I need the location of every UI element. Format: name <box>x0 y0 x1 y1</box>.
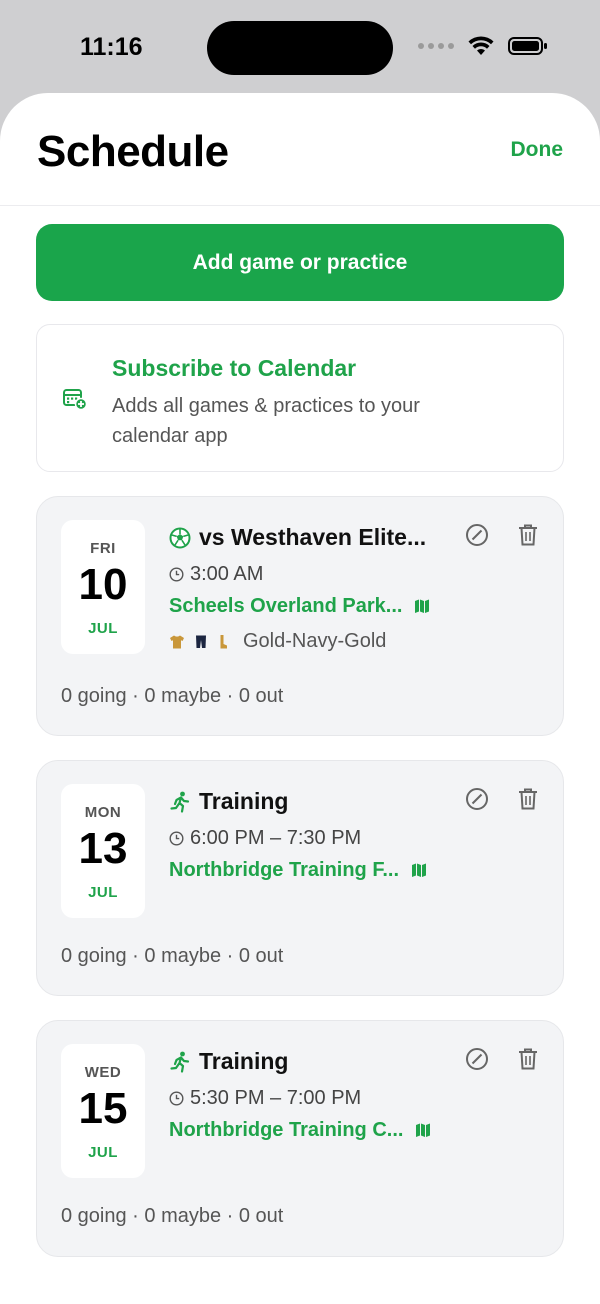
sheet-header: Schedule Done <box>0 93 600 206</box>
page-title: Schedule <box>37 127 229 176</box>
event-kit-colors: Gold-Navy-Gold <box>243 630 387 652</box>
event-month: JUL <box>88 1144 118 1161</box>
event-location[interactable]: Northbridge Training F... <box>169 859 399 882</box>
event-title-row: vs Westhaven Elite... <box>169 524 426 551</box>
trash-icon[interactable] <box>517 523 539 547</box>
clock-icon <box>169 567 184 582</box>
event-location[interactable]: Scheels Overland Park... <box>169 595 402 618</box>
schedule-sheet: Schedule Done Add game or practice Subsc… <box>0 93 600 1304</box>
event-date-box: WED 15 JUL <box>61 1044 145 1178</box>
event-title: vs Westhaven Elite... <box>199 524 427 550</box>
event-actions <box>465 787 539 811</box>
event-date-box: MON 13 JUL <box>61 784 145 918</box>
event-day: 13 <box>78 824 128 873</box>
event-title: Training <box>199 1048 289 1074</box>
status-bar: 11:16 <box>0 0 600 96</box>
event-location-row[interactable]: Northbridge Training F... <box>169 859 427 882</box>
trash-icon[interactable] <box>517 1047 539 1071</box>
event-time: 6:00 PM – 7:30 PM <box>190 827 362 849</box>
shorts-icon <box>196 635 206 648</box>
map-icon[interactable] <box>411 863 427 878</box>
done-button[interactable]: Done <box>511 138 564 162</box>
event-location[interactable]: Northbridge Training C... <box>169 1119 403 1142</box>
event-card[interactable]: MON 13 JUL Training 6:00 PM – 7:30 PM No… <box>36 760 564 996</box>
event-day: 10 <box>78 560 128 609</box>
event-month: JUL <box>88 620 118 637</box>
dynamic-island <box>207 21 393 75</box>
event-card[interactable]: WED 15 JUL Training 5:30 PM – 7:00 PM No… <box>36 1020 564 1257</box>
cancel-event-icon[interactable] <box>465 523 489 547</box>
event-weekday: MON <box>84 804 122 821</box>
soccer-ball-icon <box>169 527 191 548</box>
cancel-event-icon[interactable] <box>465 1047 489 1071</box>
event-month: JUL <box>88 884 118 901</box>
event-weekday: FRI <box>90 540 116 557</box>
event-day: 15 <box>78 1084 128 1133</box>
event-time-row: 6:00 PM – 7:30 PM <box>169 827 361 850</box>
jersey-icon <box>170 635 184 648</box>
event-location-row[interactable]: Northbridge Training C... <box>169 1119 431 1142</box>
event-location-row[interactable]: Scheels Overland Park... <box>169 595 430 618</box>
subscribe-title: Subscribe to Calendar <box>112 355 357 381</box>
event-time: 5:30 PM – 7:00 PM <box>190 1087 362 1109</box>
event-date-box: FRI 10 JUL <box>61 520 145 654</box>
event-actions <box>465 1047 539 1071</box>
running-icon <box>170 791 190 813</box>
calendar-add-icon <box>63 389 87 410</box>
event-time: 3:00 AM <box>190 563 264 585</box>
status-icons <box>418 36 548 56</box>
clock-icon <box>169 1091 184 1106</box>
add-game-or-practice-button[interactable]: Add game or practice <box>36 224 564 301</box>
wifi-icon <box>468 36 494 55</box>
running-icon <box>170 1051 190 1073</box>
status-time: 11:16 <box>80 33 143 61</box>
event-time-row: 5:30 PM – 7:00 PM <box>169 1087 361 1110</box>
event-rsvp-counts: 0 going · 0 maybe · 0 out <box>61 685 284 707</box>
battery-icon <box>508 37 547 55</box>
cancel-event-icon[interactable] <box>465 787 489 811</box>
event-title-row: Training <box>169 788 288 815</box>
event-weekday: WED <box>84 1064 122 1081</box>
event-rsvp-counts: 0 going · 0 maybe · 0 out <box>61 945 284 967</box>
cellular-signal-icon <box>418 43 454 49</box>
map-icon[interactable] <box>415 1123 431 1138</box>
event-title-row: Training <box>169 1048 288 1075</box>
event-kit-row: Gold-Navy-Gold <box>169 630 386 653</box>
event-time-row: 3:00 AM <box>169 563 263 586</box>
subscribe-calendar-card[interactable]: Subscribe to Calendar Adds all games & p… <box>36 324 564 472</box>
socks-icon <box>220 634 227 648</box>
map-icon[interactable] <box>414 599 430 614</box>
event-rsvp-counts: 0 going · 0 maybe · 0 out <box>61 1205 284 1227</box>
event-card[interactable]: FRI 10 JUL vs Westhaven Elite... 3:00 AM… <box>36 496 564 736</box>
subscribe-description: Adds all games & practices to your calen… <box>112 395 420 447</box>
event-title: Training <box>199 788 289 814</box>
trash-icon[interactable] <box>517 787 539 811</box>
event-actions <box>465 523 539 547</box>
clock-icon <box>169 831 184 846</box>
